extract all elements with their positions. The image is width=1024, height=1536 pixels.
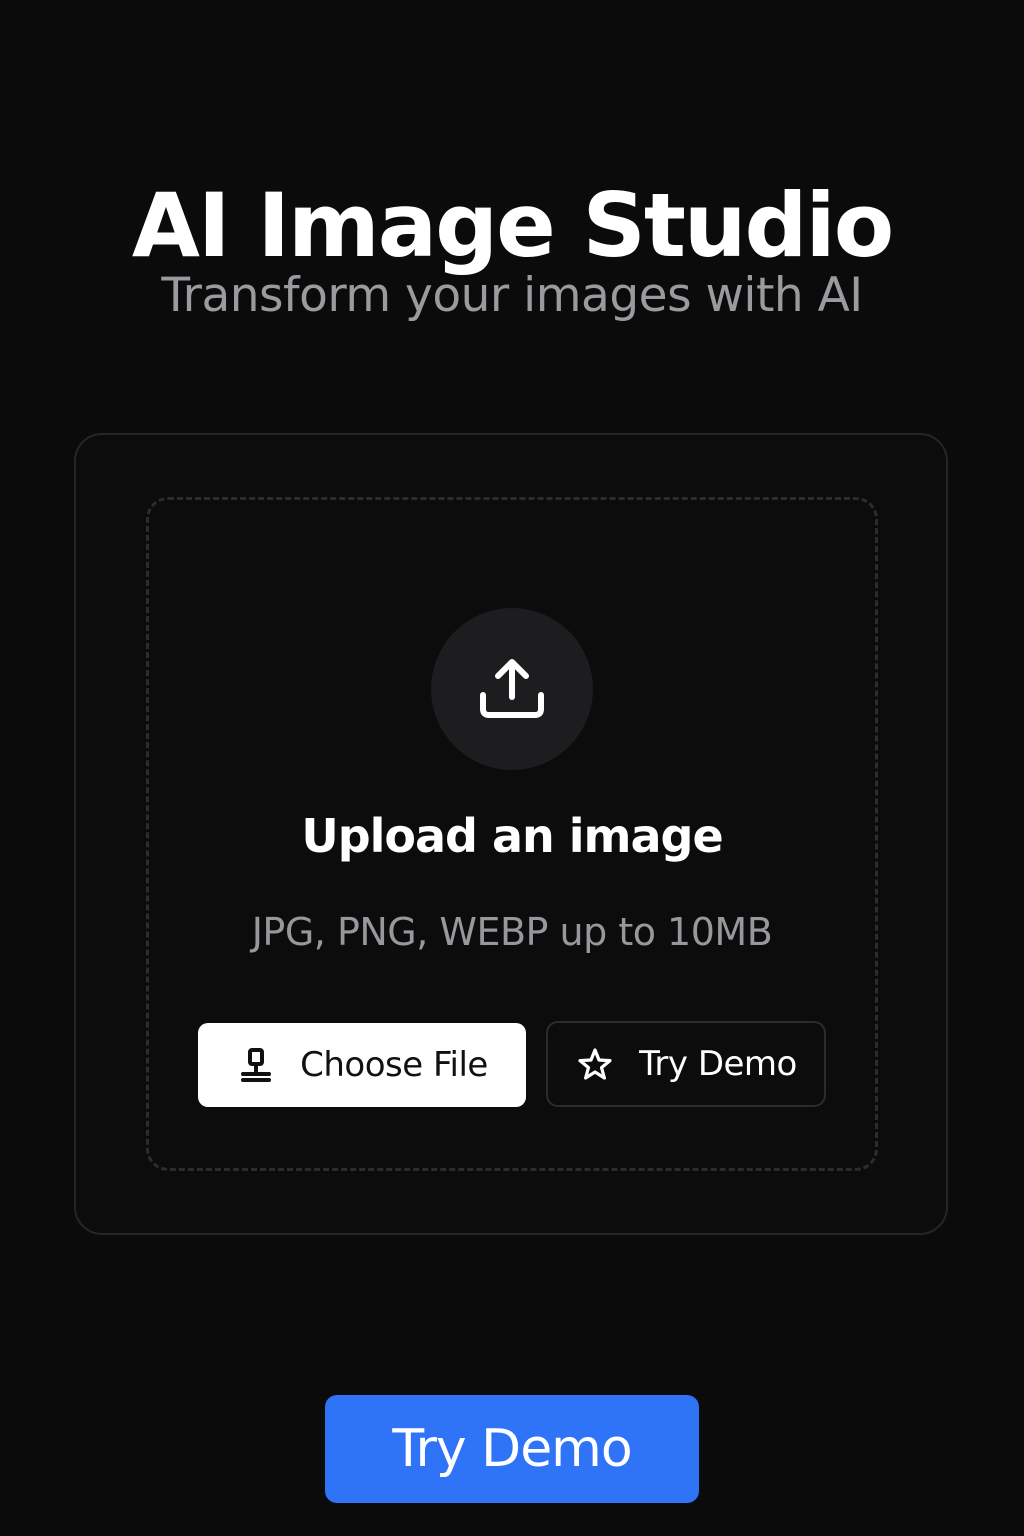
page-title: AI Image Studio: [131, 173, 894, 277]
choose-file-button[interactable]: Choose File: [198, 1023, 526, 1107]
choose-file-label: Choose File: [300, 1045, 488, 1085]
star-icon: [575, 1044, 615, 1084]
upload-icon-container: [431, 608, 593, 770]
upload-stamp-icon: [236, 1045, 276, 1085]
upload-format-hint: JPG, PNG, WEBP up to 10MB: [251, 910, 773, 954]
page-subtitle: Transform your images with AI: [161, 268, 863, 323]
upload-heading: Upload an image: [301, 809, 723, 863]
try-demo-outline-button[interactable]: Try Demo: [546, 1021, 826, 1107]
try-demo-primary-button[interactable]: Try Demo: [325, 1395, 699, 1503]
upload-icon: [480, 659, 544, 718]
try-demo-primary-label: Try Demo: [392, 1419, 632, 1479]
try-demo-outline-label: Try Demo: [639, 1044, 797, 1084]
